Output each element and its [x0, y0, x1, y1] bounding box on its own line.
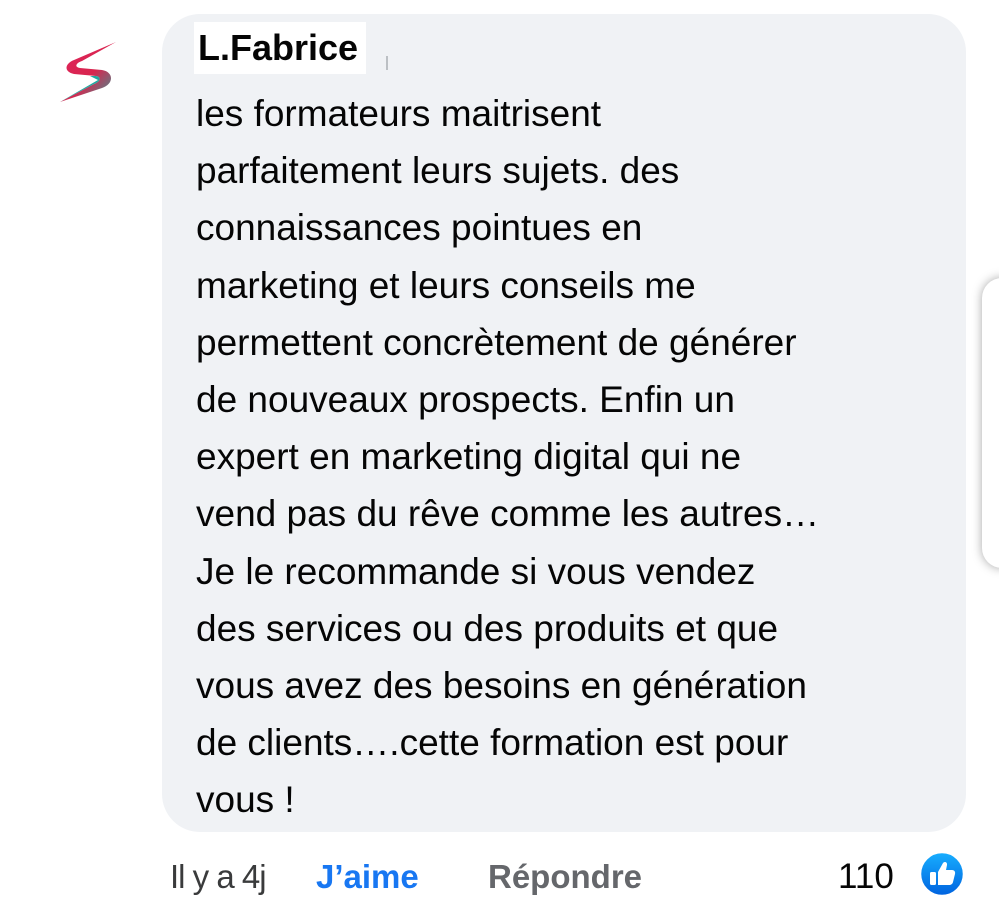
edge-panel: [982, 278, 999, 568]
reply-button[interactable]: Répondre: [488, 852, 642, 902]
comment-text: les formateurs maitrisent parfaitement l…: [196, 93, 820, 821]
like-button[interactable]: J’aime: [316, 852, 419, 902]
avatar[interactable]: [52, 36, 124, 108]
comment-author[interactable]: L.Fabrice: [194, 22, 367, 74]
author-divider: [386, 56, 388, 70]
comment-timestamp[interactable]: Il y a 4j: [170, 852, 267, 902]
reaction-count[interactable]: 110: [838, 852, 894, 902]
thumbs-up-icon: [918, 850, 966, 898]
brand-s-logo-icon: [60, 42, 116, 102]
reaction-badge[interactable]: [918, 850, 966, 898]
